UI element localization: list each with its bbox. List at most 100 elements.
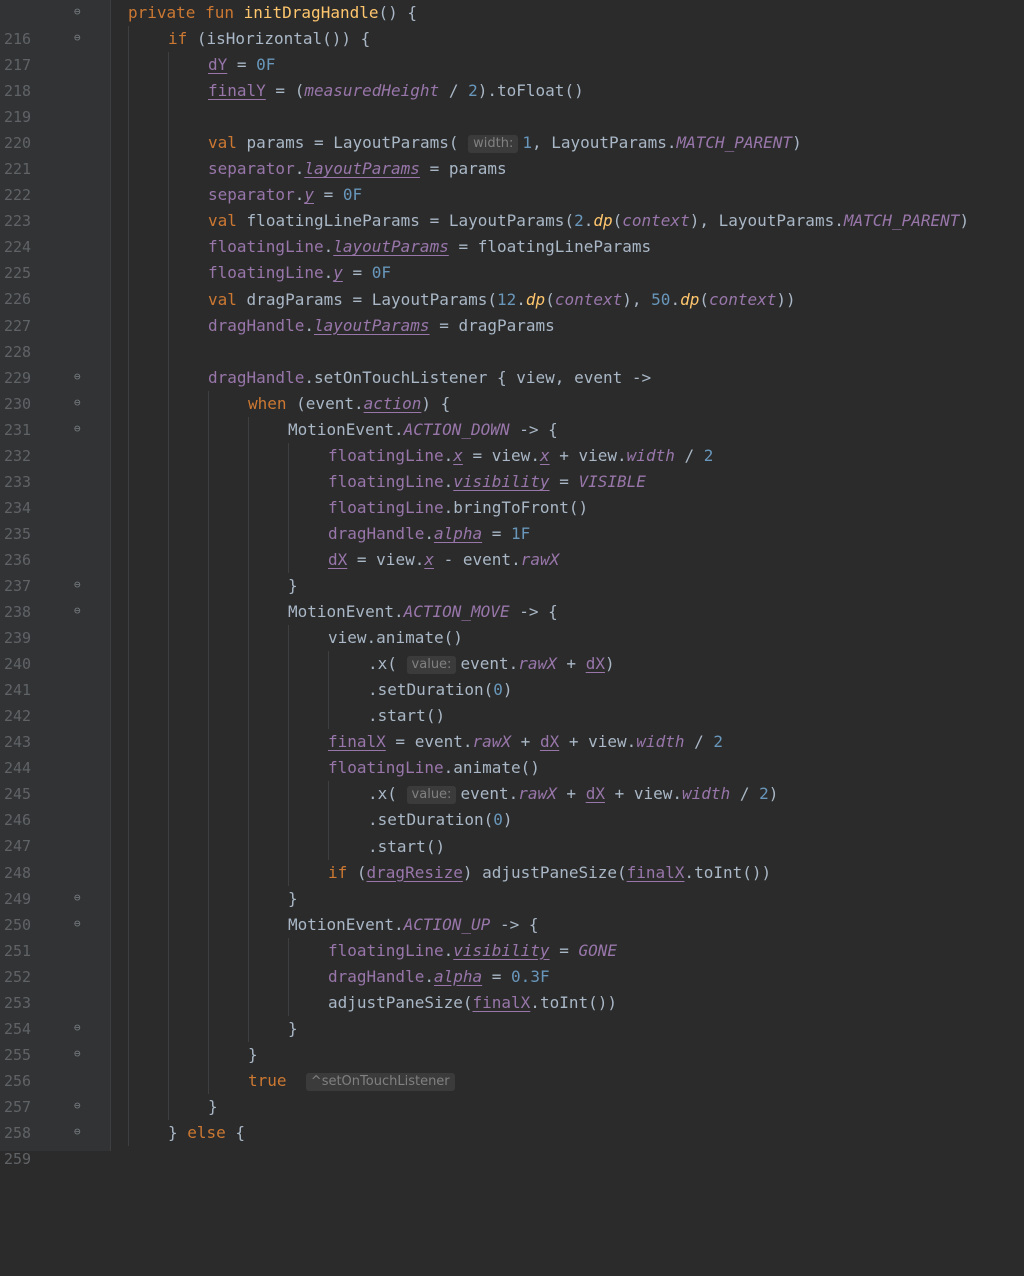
- code-line-221[interactable]: 221 val params = LayoutParams( width: 1, …: [0, 130, 1024, 178]
- code-line-233[interactable]: 233 floatingLine.x = view.x + view.width…: [0, 442, 1024, 491]
- indent-guide: [248, 859, 249, 886]
- code-line-256[interactable]: 256 ⊖ }: [0, 1041, 1024, 1090]
- fold-collapse-icon[interactable]: ⊖: [74, 917, 84, 930]
- code-line-225[interactable]: 225 floatingLine.layoutParams = floating…: [0, 234, 1024, 282]
- number-literal: 0: [493, 680, 503, 700]
- function-name: dp: [525, 289, 546, 309]
- code-line-252[interactable]: 252 floatingLine.visibility = GONE: [0, 937, 1024, 986]
- code-line-251[interactable]: 251 ⊖ MotionEvent.ACTION_UP -> {: [0, 911, 1024, 960]
- code-line-229[interactable]: 229: [0, 338, 1024, 387]
- identifier: LayoutParams: [371, 289, 488, 309]
- code-line-245[interactable]: 245 floatingLine.animate(): [0, 755, 1024, 803]
- property: context: [554, 289, 623, 309]
- code-line-239[interactable]: 239 ⊖ MotionEvent.ACTION_MOVE -> {: [0, 599, 1024, 647]
- code-line-238[interactable]: 238 ⊖ }: [0, 573, 1024, 621]
- indent-guide: [128, 260, 129, 287]
- fold-collapse-icon[interactable]: ⊖: [74, 1047, 84, 1060]
- indent-guide: [208, 911, 209, 938]
- indent-guide: [168, 859, 169, 886]
- property: dragHandle: [328, 523, 425, 543]
- code-line-232[interactable]: 232 ⊖ MotionEvent.ACTION_DOWN -> {: [0, 416, 1024, 465]
- code-line-246[interactable]: 246 .x( value: event.rawX + dX + view.wid…: [0, 781, 1024, 829]
- code-line-223[interactable]: 223 separator.y = 0F: [0, 182, 1024, 230]
- property: layoutParams: [333, 237, 449, 257]
- code-line-241[interactable]: 241 .x( value: event.rawX + dX): [0, 651, 1024, 699]
- code-line-226[interactable]: 226 floatingLine.y = 0F: [0, 260, 1024, 308]
- code-line-248[interactable]: 248 .start(): [0, 833, 1024, 882]
- property: y: [304, 185, 314, 205]
- fold-collapse-icon[interactable]: ⊖: [74, 396, 84, 409]
- fold-collapse-icon[interactable]: ⊖: [74, 579, 84, 591]
- code-line-216[interactable]: 216 ⊖ private fun initDragHandle() {: [0, 0, 1024, 48]
- code-editor[interactable]: 216 ⊖ private fun initDragHandle() { 217…: [0, 0, 1024, 1168]
- code-line-247[interactable]: 247 .setDuration(0): [0, 807, 1024, 855]
- code-line-218[interactable]: 218 dY = 0F: [0, 52, 1024, 100]
- code-line-220[interactable]: 220: [0, 104, 1024, 152]
- identifier: animate: [453, 758, 521, 778]
- property: floatingLine: [328, 445, 444, 465]
- indent-guide: [128, 1041, 129, 1068]
- fold-collapse-icon[interactable]: ⊖: [74, 605, 84, 617]
- code-line-222[interactable]: 222 separator.layoutParams = params: [0, 156, 1024, 204]
- line-number: 259: [4, 1150, 32, 1169]
- indent-guide: [128, 1015, 129, 1042]
- code-line-255[interactable]: 255 ⊖ }: [0, 1015, 1024, 1064]
- code-line-236[interactable]: 236 dragHandle.alpha = 1F: [0, 520, 1024, 569]
- code-line-217[interactable]: 217 ⊖ if (isHorizontal()) {: [0, 26, 1024, 74]
- indent-guide: [168, 781, 169, 808]
- indent-guide: [128, 573, 129, 600]
- indent-guide: [128, 494, 129, 521]
- code-line-237[interactable]: 237 dX = view.x - event.rawX: [0, 546, 1024, 595]
- code-line-230[interactable]: 230 ⊖ dragHandle.setOnTouchListener { vi…: [0, 364, 1024, 413]
- property: rawX: [518, 784, 557, 804]
- indent-guide: [208, 729, 209, 756]
- code-line-227[interactable]: 227 val dragParams = LayoutParams(12.dp(…: [0, 286, 1024, 335]
- property: dragResize: [366, 862, 463, 882]
- identifier: dragParams: [246, 289, 343, 309]
- fold-collapse-icon[interactable]: ⊖: [74, 1126, 84, 1138]
- code-line-234[interactable]: 234 floatingLine.visibility = VISIBLE: [0, 468, 1024, 517]
- indent-guide: [248, 494, 249, 521]
- property: width: [626, 445, 675, 465]
- identifier: event: [305, 393, 354, 413]
- indent-guide: [128, 989, 129, 1016]
- identifier: LayoutParams: [551, 133, 667, 153]
- indent-guide: [128, 599, 129, 626]
- fold-collapse-icon[interactable]: ⊖: [74, 32, 84, 44]
- code-line-243[interactable]: 243 .start(): [0, 703, 1024, 751]
- fold-collapse-icon[interactable]: ⊖: [74, 6, 84, 18]
- number-literal: 0.3F: [511, 966, 550, 986]
- code-line-242[interactable]: 242 .setDuration(0): [0, 677, 1024, 725]
- code-line-228[interactable]: 228 dragHandle.layoutParams = dragParams: [0, 312, 1024, 361]
- code-lines[interactable]: 216 ⊖ private fun initDragHandle() { 217…: [0, 0, 1024, 1168]
- code-line-249[interactable]: 249 if (dragResize) adjustPaneSize(final…: [0, 859, 1024, 908]
- indent-guide: [288, 651, 289, 678]
- code-line-219[interactable]: 219 finalY = (measuredHeight / 2).toFloa…: [0, 78, 1024, 126]
- indent-guide: [248, 573, 249, 600]
- indent-guide: [248, 546, 249, 574]
- number-literal: 2: [574, 211, 584, 231]
- fold-collapse-icon[interactable]: ⊖: [74, 1099, 84, 1112]
- indent-guide: [168, 442, 169, 469]
- indent-guide: [288, 625, 289, 652]
- code-line-259[interactable]: 259 ⊖ } else {: [0, 1120, 1024, 1168]
- fold-collapse-icon[interactable]: ⊖: [74, 1021, 84, 1034]
- identifier: MotionEvent: [288, 914, 394, 934]
- code-line-224[interactable]: 224 val floatingLineParams = LayoutParam…: [0, 208, 1024, 256]
- code-line-231[interactable]: 231 ⊖ when (event.action) {: [0, 390, 1024, 439]
- number-literal: 0F: [342, 185, 363, 205]
- fold-collapse-icon[interactable]: ⊖: [74, 891, 84, 904]
- code-line-240[interactable]: 240 view.animate(): [0, 625, 1024, 673]
- code-line-258[interactable]: 258 ⊖ }: [0, 1093, 1024, 1142]
- code-line-250[interactable]: 250 ⊖ }: [0, 885, 1024, 934]
- fold-collapse-icon[interactable]: ⊖: [74, 370, 84, 383]
- code-line-257[interactable]: 257 true ^setOnTouchListener: [0, 1067, 1024, 1116]
- code-line-244[interactable]: 244 finalX = event.rawX + dX + view.widt…: [0, 729, 1024, 777]
- code-line-235[interactable]: 235 floatingLine.bringToFront(): [0, 494, 1024, 543]
- indent-guide: [168, 703, 169, 730]
- identifier: view: [578, 445, 618, 465]
- code-line-254[interactable]: 254 adjustPaneSize(finalX.toInt()): [0, 989, 1024, 1038]
- fold-collapse-icon[interactable]: ⊖: [74, 422, 84, 435]
- code-line-253[interactable]: 253 dragHandle.alpha = 0.3F: [0, 963, 1024, 1012]
- indent-guide: [248, 807, 249, 834]
